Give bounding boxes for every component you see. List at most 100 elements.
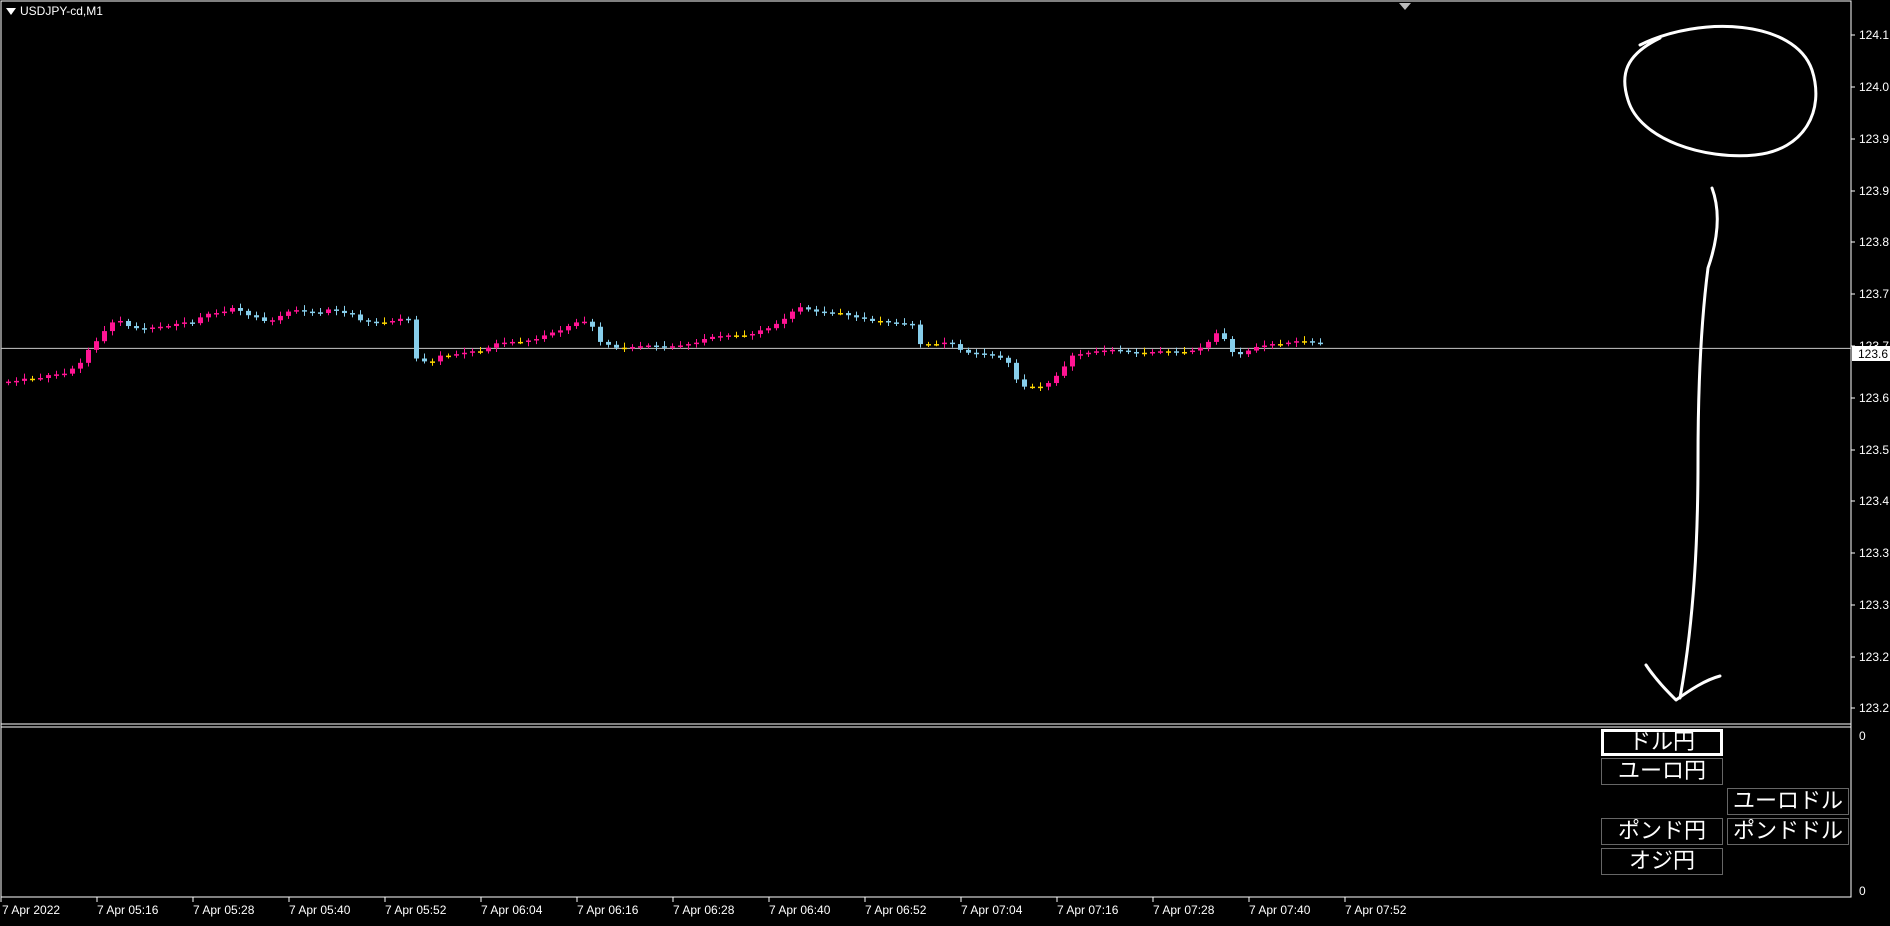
candle-body	[982, 353, 987, 355]
candle-body	[406, 318, 411, 321]
eurjpy-button[interactable]: ユーロ円	[1601, 758, 1723, 785]
candle-body	[702, 339, 707, 343]
gbpjpy-button[interactable]: ポンド円	[1601, 818, 1723, 845]
candle-body	[718, 336, 723, 338]
time-tick-label: 7 Apr 05:52	[385, 903, 447, 917]
candle-body	[726, 335, 731, 337]
time-axis: 7 Apr 2022 7 Apr 05:16 7 Apr 05:28 7 Apr…	[2, 903, 1407, 917]
price-axis: 124.1 124.0 123.9 123.9 123.8 123.7 123.…	[1859, 28, 1889, 715]
sub-window-scale-bottom: 0	[1859, 884, 1866, 898]
candle-body	[206, 313, 211, 318]
time-tick-label: 7 Apr 07:28	[1153, 903, 1215, 917]
candle-body	[1150, 352, 1155, 354]
candle-body	[1166, 351, 1171, 353]
candle-body	[470, 351, 475, 353]
symbol-timeframe-label: USDJPY-cd,M1	[20, 4, 103, 18]
candle-body	[1030, 386, 1035, 389]
price-tick-label: 123.8	[1859, 235, 1889, 249]
candle-body	[478, 351, 483, 353]
candle-body	[150, 327, 155, 329]
candle-body	[78, 362, 83, 369]
time-tick-label: 7 Apr 06:16	[577, 903, 639, 917]
time-tick-label: 7 Apr 07:16	[1057, 903, 1119, 917]
candle-body	[790, 311, 795, 319]
candle-body	[1086, 352, 1091, 355]
candle-body	[622, 347, 627, 350]
hand-drawn-circle	[1623, 24, 1818, 158]
candle-body	[934, 344, 939, 346]
candle-body	[454, 354, 459, 356]
candle-body	[1006, 357, 1011, 363]
candle-body	[486, 347, 491, 352]
price-tick-label: 123.5	[1859, 443, 1889, 457]
time-tick-label: 7 Apr 06:04	[481, 903, 543, 917]
candle-body	[294, 310, 299, 312]
candle-body	[846, 313, 851, 316]
candle-body	[350, 313, 355, 315]
candle-body	[1230, 339, 1235, 353]
candle-body	[1070, 355, 1075, 367]
candle-body	[926, 344, 931, 346]
hand-drawn-arrow	[1678, 186, 1719, 700]
candle-body	[430, 361, 435, 363]
candle-body	[246, 310, 251, 316]
sub-window-scale-top: 0	[1859, 729, 1866, 743]
candle-body	[1182, 352, 1187, 354]
chart-window[interactable]: 124.1 124.0 123.9 123.9 123.8 123.7 123.…	[0, 0, 1890, 926]
chart-shift-marker[interactable]	[1399, 3, 1411, 10]
gbpusd-button[interactable]: ポンドドル	[1727, 818, 1849, 845]
candle-body	[390, 320, 395, 323]
candle-body	[1062, 366, 1067, 376]
candle-body	[326, 309, 331, 314]
candlestick-series	[6, 302, 1323, 391]
candle-body	[494, 343, 499, 348]
usdjpy-button[interactable]: ドル円	[1601, 729, 1723, 756]
candle-body	[118, 320, 123, 323]
candle-body	[830, 312, 835, 314]
candle-body	[1038, 386, 1043, 389]
candle-body	[1102, 350, 1107, 353]
candle-body	[30, 378, 35, 381]
candle-body	[678, 345, 683, 348]
price-tick-label: 123.6	[1859, 391, 1889, 405]
candle-body	[142, 328, 147, 330]
candle-body	[670, 346, 675, 348]
candle-body	[238, 307, 243, 311]
candle-body	[1022, 379, 1027, 387]
price-tick-label: 123.3	[1859, 546, 1889, 560]
chart-canvas[interactable]: 124.1 124.0 123.9 123.9 123.8 123.7 123.…	[0, 0, 1890, 926]
candle-body	[1190, 350, 1195, 353]
candle-body	[374, 321, 379, 324]
candle-body	[806, 307, 811, 310]
price-tick-label: 124.0	[1859, 80, 1889, 94]
candle-body	[286, 311, 291, 316]
candle-body	[1302, 341, 1307, 343]
candle-body	[822, 311, 827, 314]
candle-body	[542, 335, 547, 340]
chart-menu-triangle-icon[interactable]	[6, 7, 16, 15]
candle-body	[318, 312, 323, 314]
candle-body	[1134, 352, 1139, 354]
price-tick-label: 123.4	[1859, 494, 1889, 508]
candle-body	[510, 341, 515, 344]
candle-body	[646, 345, 651, 348]
time-tick-label: 7 Apr 07:52	[1345, 903, 1407, 917]
candle-body	[310, 311, 315, 314]
candle-body	[774, 323, 779, 329]
candle-body	[182, 322, 187, 324]
candle-body	[854, 315, 859, 318]
candle-body	[54, 374, 59, 376]
candle-body	[86, 349, 91, 363]
eurusd-button[interactable]: ユーロドル	[1727, 788, 1849, 815]
candle-body	[870, 318, 875, 321]
candle-body	[734, 335, 739, 337]
candle-body	[910, 323, 915, 326]
audjpy-button[interactable]: オジ円	[1601, 848, 1723, 875]
candle-body	[558, 330, 563, 333]
candle-body	[894, 322, 899, 324]
candle-body	[654, 345, 659, 348]
candle-body	[446, 355, 451, 358]
candle-body	[1118, 349, 1123, 352]
candle-body	[1286, 342, 1291, 345]
candle-body	[1294, 341, 1299, 343]
